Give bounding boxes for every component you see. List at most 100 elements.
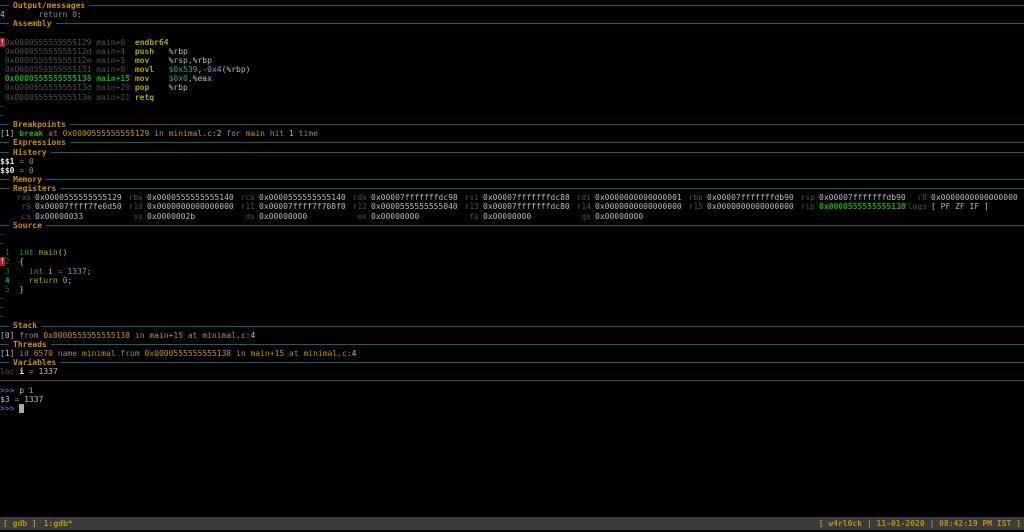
text-segment: 1 bbox=[0, 248, 10, 257]
text-segment: main+4 bbox=[96, 47, 135, 56]
filler-line: ~ bbox=[0, 303, 1024, 312]
terminal-cursor bbox=[19, 404, 24, 413]
register-value: 0x0000555555555040 bbox=[371, 202, 458, 211]
register-name: rdx bbox=[338, 193, 367, 202]
register-cell: r120x0000555555555040 bbox=[338, 202, 450, 211]
text-segment bbox=[10, 285, 20, 294]
text-segment: = bbox=[10, 395, 24, 404]
register-value: 0x00007fffffffdb90 bbox=[707, 193, 794, 202]
text-segment: $$0 bbox=[0, 166, 14, 175]
section-label: Expressions bbox=[9, 138, 70, 147]
section-header-history: History bbox=[0, 148, 1024, 157]
section-header-stack: Stack bbox=[0, 321, 1024, 330]
text-segment: retq bbox=[135, 93, 154, 102]
filler-line: ~ bbox=[0, 230, 1024, 239]
section-label: Stack bbox=[9, 321, 41, 330]
register-cell: gs0x00000000 bbox=[562, 212, 643, 221]
text-segment: i bbox=[43, 267, 57, 276]
text-segment: %rsp,%rbp bbox=[169, 56, 212, 65]
source-line-breakpoint: !2 { bbox=[0, 257, 1024, 266]
register-value: 0x00007ffff7f708f0 bbox=[259, 202, 346, 211]
prompt-divider bbox=[0, 376, 1024, 385]
register-name: rdi bbox=[562, 193, 591, 202]
register-value: 0x0000555555555138 bbox=[819, 202, 906, 211]
asm-line: 0x000055555555512d main+4 push %rbp bbox=[0, 47, 1024, 56]
register-cell: rip0x0000555555555138 bbox=[786, 202, 898, 211]
register-name: r8 bbox=[898, 193, 927, 202]
divider-line bbox=[0, 23, 9, 24]
text-segment: name bbox=[53, 349, 82, 358]
asm-line: 0x000055555555513d main+20 pop %rbp bbox=[0, 83, 1024, 92]
text-segment: 0x000055555555512e bbox=[0, 56, 96, 65]
register-value: [ PF ZF IF ] bbox=[931, 202, 989, 211]
text-segment: ,%eax bbox=[188, 74, 212, 83]
divider-line bbox=[70, 124, 1024, 125]
register-cell: rdi0x0000000000000001 bbox=[562, 193, 674, 202]
register-cell: rdx0x00007fffffffdc98 bbox=[338, 193, 450, 202]
text-segment: 0 bbox=[29, 166, 34, 175]
text-segment bbox=[10, 248, 20, 257]
register-name: es bbox=[338, 212, 367, 221]
register-name: ss bbox=[114, 212, 143, 221]
text-segment: 0x000055555555513d bbox=[0, 83, 96, 92]
text-segment bbox=[10, 267, 29, 276]
asm-line-current: 0x0000555555555138 main+15 mov $0x0,%eax bbox=[0, 74, 1024, 83]
section-label: Output/messages bbox=[9, 1, 89, 10]
section-label: Registers bbox=[9, 184, 60, 193]
divider-line bbox=[60, 188, 1024, 189]
register-value: 0x0000000000000000 bbox=[595, 202, 682, 211]
register-name: r13 bbox=[450, 202, 479, 211]
text-segment: ; bbox=[87, 267, 92, 276]
history-entry: $$1 = 0 bbox=[0, 157, 1024, 166]
command-result: $3 = 1337 bbox=[0, 395, 1024, 404]
text-segment: from bbox=[19, 331, 43, 340]
source-line-current: 4 return 0; bbox=[0, 276, 1024, 285]
register-value: 0x0000000000000001 bbox=[595, 193, 682, 202]
text-segment: 0x000055555555512d bbox=[0, 47, 96, 56]
register-cell: es0x00000000 bbox=[338, 212, 450, 221]
register-name: rcx bbox=[226, 193, 255, 202]
register-name: rsi bbox=[450, 193, 479, 202]
text-segment: main bbox=[39, 248, 58, 257]
register-name: fs bbox=[450, 212, 479, 221]
text-segment: 0x0000555555555129 bbox=[5, 38, 97, 47]
text-segment: %rbp bbox=[169, 47, 188, 56]
thread-entry: [1] id 6570 name minimal from 0x00005555… bbox=[0, 349, 1024, 358]
section-label: Source bbox=[9, 221, 46, 230]
register-cell: r90x00007ffff7fe0d50 bbox=[2, 202, 114, 211]
text-segment: 0x0000555555555129 bbox=[63, 129, 150, 138]
section-label: Threads bbox=[9, 340, 51, 349]
text-segment: ~ bbox=[0, 239, 5, 248]
tmux-status-bar: [ gdb ] 1:gdb* [ w4rl0ck | 11-01-2020 | … bbox=[0, 517, 1024, 530]
text-segment: loc bbox=[0, 367, 19, 376]
register-name: rip bbox=[786, 202, 815, 211]
register-value: 0x0000002b bbox=[147, 212, 195, 221]
divider-line bbox=[46, 179, 1024, 180]
register-cell: rsi0x00007fffffffdc88 bbox=[450, 193, 562, 202]
filler-line: ~ bbox=[0, 239, 1024, 248]
tmux-window-tab[interactable]: 1:gdb* bbox=[44, 517, 73, 530]
section-label: Variables bbox=[9, 358, 60, 367]
register-value: 0x00007fffffffdc80 bbox=[483, 202, 570, 211]
text-segment: $0x0 bbox=[169, 74, 188, 83]
text-segment bbox=[10, 276, 29, 285]
command-prompt[interactable]: >>> bbox=[0, 404, 1024, 413]
terminal-screen[interactable]: Output/messages4 return 0;Assembly~!0x00… bbox=[0, 0, 1024, 517]
text-segment: at bbox=[183, 331, 202, 340]
text-segment: ~ bbox=[0, 312, 5, 321]
section-header-variables: Variables bbox=[0, 358, 1024, 367]
text-segment: $3 bbox=[0, 395, 10, 404]
text-segment: main bbox=[246, 129, 265, 138]
asm-line: 0x0000555555555131 main+8 movl $0x539,-0… bbox=[0, 65, 1024, 74]
text-segment: from bbox=[116, 349, 145, 358]
text-segment: 4 bbox=[250, 331, 255, 340]
text-segment bbox=[10, 257, 20, 266]
asm-line: 0x000055555555512e main+5 mov %rsp,%rbp bbox=[0, 56, 1024, 65]
text-segment: in bbox=[231, 349, 250, 358]
text-segment: return bbox=[29, 276, 58, 285]
text-segment: return 0; bbox=[39, 10, 82, 19]
register-value: 0x00000000 bbox=[483, 212, 531, 221]
command-line-history[interactable]: >>> p i bbox=[0, 386, 1024, 395]
text-segment: pop bbox=[135, 83, 169, 92]
text-segment: endbr64 bbox=[135, 38, 169, 47]
